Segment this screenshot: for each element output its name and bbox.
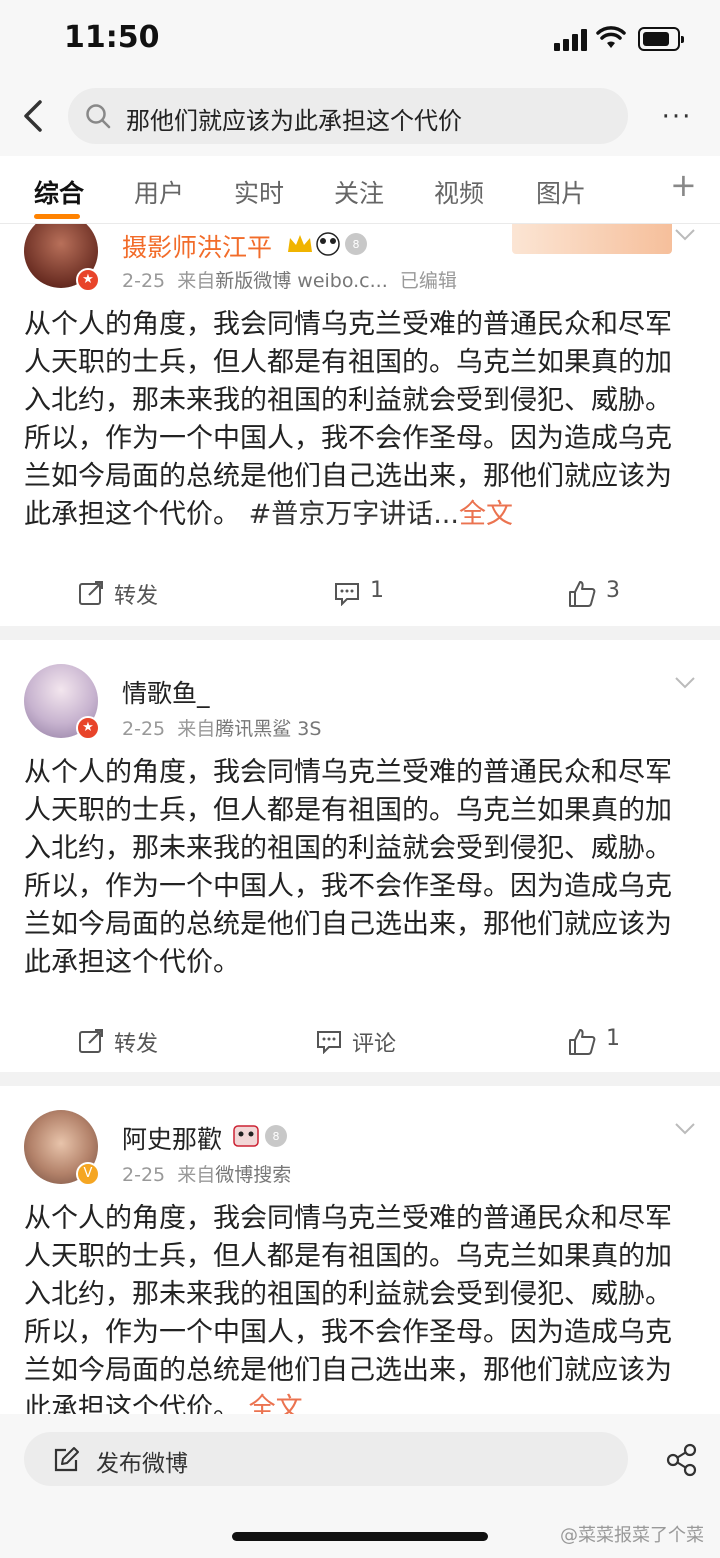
tab-realtime[interactable]: 实时 (234, 174, 284, 210)
status-bar: 11:50 (0, 0, 720, 82)
repost-button[interactable]: 转发 (78, 578, 168, 609)
tab-comprehensive[interactable]: 综合 (34, 174, 84, 210)
verified-badge-icon: ★ (76, 268, 100, 292)
post-author[interactable]: 阿史那歡 (122, 1120, 222, 1156)
add-tab-icon[interactable]: + (670, 166, 697, 204)
active-tab-indicator (34, 214, 80, 219)
edit-icon (54, 1447, 79, 1472)
filter-tabs: 综合 用户 实时 关注 视频 图片 + (0, 156, 720, 224)
share-icon[interactable] (664, 1442, 700, 1478)
search-query: 那他们就应该为此承担这个代价 (126, 107, 462, 135)
post-divider (0, 626, 720, 640)
search-icon (86, 104, 111, 129)
post-card[interactable]: V 阿史那歡 8 2-25 来自微博搜索 从个人的角度，我会同情乌克兰受难的普通… (0, 1086, 720, 1414)
svg-text:8: 8 (273, 1130, 280, 1143)
comment-button[interactable]: 1 (334, 578, 394, 608)
like-button[interactable]: 1 (568, 1026, 628, 1056)
post-body: 从个人的角度，我会同情乌克兰受难的普通民众和尽军人天职的士兵，但人都是有祖国的。… (24, 309, 672, 530)
post-author[interactable]: 情歌鱼_ (122, 674, 210, 710)
compose-post-button[interactable]: 发布微博 (24, 1432, 628, 1486)
compose-label: 发布微博 (96, 1451, 188, 1477)
post-card[interactable]: ★ 情歌鱼_ 2-25 来自腾讯黑鲨 3S 从个人的角度，我会同情乌克兰受难的普… (0, 640, 720, 1072)
home-indicator[interactable] (232, 1532, 488, 1541)
post-card[interactable]: ★ 摄影师洪江平 8 2-25 来自新版微博 weibo.c... 已编辑 从个… (0, 224, 720, 626)
expand-full-text-link[interactable]: 全文 (249, 1393, 303, 1414)
expand-full-text-link[interactable]: 全文 (459, 499, 513, 530)
tab-videos[interactable]: 视频 (434, 174, 484, 210)
search-header: 那他们就应该为此承担这个代价 ··· (0, 82, 720, 156)
comment-icon (317, 1031, 341, 1054)
post-meta: 2-25 来自微博搜索 (122, 1164, 292, 1186)
post-body: 从个人的角度，我会同情乌克兰受难的普通民众和尽军人天职的士兵，但人都是有祖国的。… (24, 757, 672, 978)
thumbs-up-icon (569, 1029, 596, 1055)
comment-icon (335, 583, 359, 606)
signal-icon (554, 29, 588, 51)
tab-users[interactable]: 用户 (134, 174, 184, 210)
member-badges-icon: 8 (288, 232, 367, 256)
post-meta: 2-25 来自新版微博 weibo.c... 已编辑 (122, 270, 457, 292)
wifi-icon (596, 26, 626, 48)
repost-button[interactable]: 转发 (78, 1026, 168, 1057)
thumbs-up-icon (569, 581, 596, 607)
post-divider (0, 1072, 720, 1086)
battery-icon (638, 27, 684, 51)
chevron-down-icon[interactable] (674, 676, 696, 690)
search-input[interactable]: 那他们就应该为此承担这个代价 (68, 88, 628, 144)
status-time: 11:50 (64, 20, 160, 55)
repost-icon (79, 1029, 103, 1053)
chevron-down-icon[interactable] (674, 1122, 696, 1136)
hashtag-link[interactable]: #普京万字讲话... (249, 499, 459, 530)
verified-badge-icon: ★ (76, 716, 100, 740)
tab-images[interactable]: 图片 (536, 174, 586, 210)
weibo-search-results-screen: 11:50 那他们就应该为此承担这个代价 ··· 综合 用户 实时 关注 视频 … (0, 0, 720, 1558)
verified-badge-icon: V (76, 1162, 100, 1186)
post-body: 从个人的角度，我会同情乌克兰受难的普通民众和尽军人天职的士兵，但人都是有祖国的。… (24, 1200, 696, 1414)
decorative-card-sticker (512, 224, 672, 254)
like-button[interactable]: 3 (568, 578, 628, 608)
member-badges-icon: 8 (233, 1125, 287, 1147)
bottom-bar: 发布微博 @菜菜报菜了个菜 (0, 1414, 720, 1558)
tab-following[interactable]: 关注 (334, 174, 384, 210)
repost-icon (79, 581, 103, 605)
back-arrow-icon[interactable] (18, 96, 50, 136)
post-author[interactable]: 摄影师洪江平 (122, 228, 272, 264)
post-meta: 2-25 来自腾讯黑鲨 3S (122, 718, 322, 740)
chevron-down-icon[interactable] (674, 228, 696, 242)
more-menu-button[interactable]: ··· (656, 102, 698, 132)
watermark-text: @菜菜报菜了个菜 (560, 1525, 704, 1546)
comment-button[interactable]: 评论 (316, 1026, 406, 1057)
svg-text:8: 8 (353, 238, 360, 251)
